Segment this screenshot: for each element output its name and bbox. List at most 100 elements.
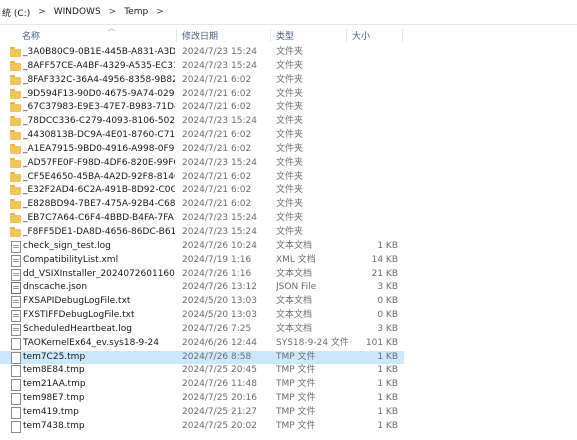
column-divider[interactable] [270,29,271,42]
file-row[interactable]: dd_VSIXInstaller_20240726011601_4a... 202… [0,268,404,282]
column-divider[interactable] [346,29,347,42]
folder-row[interactable]: _78DCC336-C279-4093-8106-502F78... 2024/7… [0,115,404,129]
file-row[interactable]: dnscache.json 2024/7/26 13:12 JSON File 3 K… [0,281,404,295]
file-type: 文件夹 [276,102,304,113]
folder-shape [10,60,21,71]
folder-shape [10,157,21,168]
file-shape [11,282,21,295]
file-type: 文本文档 [276,268,313,279]
breadcrumb-label: WINDOWS [53,7,101,17]
file-type: 文件夹 [276,199,304,210]
breadcrumb: 统 (C:) > WINDOWS > Temp > [0,0,577,25]
folder-shape [10,213,21,224]
file-name: FXSTIFFDebugLogFile.txt [23,310,135,321]
modified-date: 2024/7/26 11:48 [182,379,257,390]
folder-row[interactable]: _4430813B-DC9A-4E01-8760-C7130D... 2024/7… [0,129,404,143]
file-row[interactable]: tem8E84.tmp 2024/7/25 20:45 TMP 文件 1 KB [0,364,404,378]
modified-date: 2024/5/20 13:03 [182,296,257,307]
folder-shape [10,226,21,237]
file-shape [11,351,21,364]
folder-shape [10,74,21,85]
column-header-label: 名称 [22,32,41,42]
file-row[interactable]: TAOKernelEx64_ev.sys18-9-24 2024/6/26 12:… [0,337,404,351]
file-shape [11,337,21,350]
file-row[interactable]: tem21AA.tmp 2024/7/26 11:48 TMP 文件 1 KB [0,378,404,392]
breadcrumb-item-temp[interactable]: Temp [122,0,150,24]
folder-shape [10,171,21,182]
column-header-label: 大小 [352,32,371,42]
modified-date: 2024/7/21 6:02 [182,74,252,85]
folder-row[interactable]: _E32F2AD4-6C2A-491B-8D92-C0C36B... 2024/7… [0,184,404,198]
breadcrumb-separator-icon: > [38,7,46,17]
file-size: 21 KB [371,268,398,279]
folder-row[interactable]: _AD57FE0F-F98D-4DF6-820E-99FC39... 2024/7… [0,157,404,171]
folder-row[interactable]: _9D594F13-90D0-4675-9A74-029FDB... 2024/7… [0,88,404,102]
file-shape [11,268,21,281]
folder-row[interactable]: _A1EA7915-9BD0-4916-A998-0F9647... 2024/7… [0,143,404,157]
file-name: tem7C25.tmp [23,351,86,362]
folder-row[interactable]: _8FAF332C-36A4-4956-8358-9B82A4E... 2024/… [0,74,404,88]
modified-date: 2024/7/19 1:16 [182,254,252,265]
breadcrumb-item-drive[interactable]: 统 (C:) [0,0,32,24]
modified-date: 2024/7/23 15:24 [182,47,257,57]
modified-date: 2024/7/21 6:02 [182,171,252,182]
folder-icon [9,74,22,86]
file-size: 1 KB [377,379,398,390]
file-row[interactable]: CompatibilityList.xml 2024/7/19 1:16 XML 文… [0,254,404,268]
column-divider[interactable] [176,29,177,42]
file-type: SYS18-9-24 文件 [276,337,349,348]
folder-row[interactable]: _E828BD94-7BE7-475A-92B4-C68F9D... 2024/7… [0,198,404,212]
folder-icon [9,185,22,196]
file-name: TAOKernelEx64_ev.sys18-9-24 [23,337,159,348]
file-type: TMP 文件 [276,365,316,376]
file-name: _EB7C7A64-C6F4-4BBD-B4FA-7FA763... [23,213,175,224]
file-type: 文件夹 [276,171,304,182]
sys-file-icon [9,337,22,350]
folder-shape [10,102,21,113]
column-header-type[interactable]: 类型 [276,25,348,46]
file-shape [11,406,21,419]
file-row[interactable]: FXSAPIDebugLogFile.txt 2024/5/20 13:03 文本文… [0,295,404,309]
file-name: _4430813B-DC9A-4E01-8760-C7130D... [23,130,175,141]
tmp-file-icon [9,379,22,392]
log-file-icon [9,240,22,253]
folder-shape [10,88,21,99]
file-type: 文件夹 [276,74,304,85]
file-type: 文件夹 [276,88,304,99]
breadcrumb-separator-icon: > [156,7,164,17]
file-row[interactable]: tem98E7.tmp 2024/7/25 20:16 TMP 文件 1 KB [0,392,404,406]
file-type: TMP 文件 [276,420,316,431]
column-divider[interactable] [402,29,403,42]
file-row[interactable]: ScheduledHeartbeat.log 2024/7/26 7:25 文本文档… [0,323,404,337]
file-size: 3 KB [377,323,398,334]
tmp-file-icon [9,365,22,378]
modified-date: 2024/7/25 21:27 [182,406,257,417]
file-name: dnscache.json [23,282,88,293]
breadcrumb-item-windows[interactable]: WINDOWS [52,0,103,24]
file-size: 1 KB [377,393,398,404]
modified-date: 2024/6/26 12:44 [182,337,257,348]
file-row[interactable]: check_sign_test.log 2024/7/26 10:24 文本文档 1 … [0,240,404,254]
column-header-date[interactable]: 修改日期 [182,25,270,46]
folder-row[interactable]: _67C37983-E9E3-47E7-B983-71D4C8... 2024/7… [0,101,404,115]
tmp-file-icon [9,393,22,406]
file-size: 1 KB [377,240,398,251]
folder-row[interactable]: _3A0B80C9-0B1E-445B-A831-A3D54E... 2024/7… [0,46,404,60]
file-row[interactable]: FXSTIFFDebugLogFile.txt 2024/5/20 13:03 文本… [0,309,404,323]
file-name: tem419.tmp [23,406,79,417]
file-shape [11,323,21,336]
folder-row[interactable]: _CF5E4650-45BA-4A2D-92F8-81465F3... 2024/… [0,171,404,185]
file-row[interactable]: tem7C25.tmp 2024/7/26 8:58 TMP 文件 1 KB [0,350,404,365]
folder-row[interactable]: _8AFF57CE-A4BF-4329-A535-EC31B2... 2024/7… [0,60,404,74]
folder-row[interactable]: _F8FF5DE1-DA8D-4656-86DC-B6192A... 2024/7… [0,226,404,240]
file-row[interactable]: tem419.tmp 2024/7/25 21:27 TMP 文件 1 KB [0,406,404,420]
file-name: _AD57FE0F-F98D-4DF6-820E-99FC39... [23,157,175,168]
file-name: dd_VSIXInstaller_20240726011601_4a... [23,268,175,279]
breadcrumb-label: Temp [124,7,149,17]
folder-row[interactable]: _EB7C7A64-C6F4-4BBD-B4FA-7FA763... 2024/7… [0,212,404,226]
column-header-name[interactable]: ︿ 名称 [22,24,174,46]
column-header-size[interactable]: 大小 [352,25,402,46]
folder-icon [9,102,22,113]
file-row[interactable]: tem7438.tmp 2024/7/25 20:02 TMP 文件 1 KB [0,420,404,434]
file-type: TMP 文件 [276,393,316,404]
